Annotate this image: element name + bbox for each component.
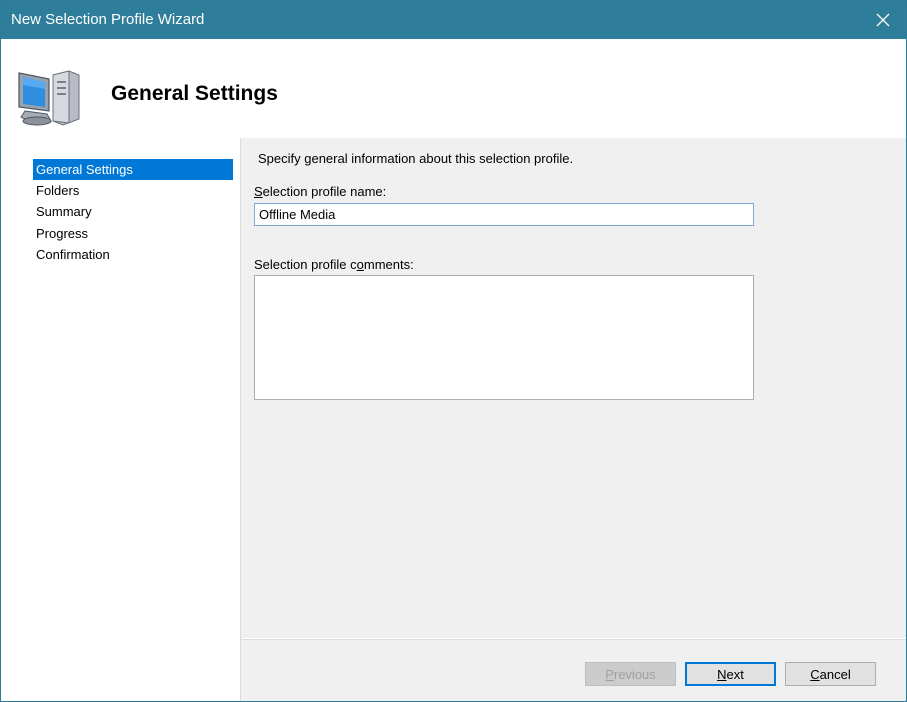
computer-icon	[18, 70, 80, 126]
page-title: General Settings	[111, 82, 278, 105]
comments-label-rest: mments:	[363, 257, 414, 272]
wizard-steps-nav: General Settings Folders Summary Progres…	[1, 138, 241, 701]
title-bar[interactable]: New Selection Profile Wizard	[1, 1, 906, 39]
wizard-header: General Settings	[1, 39, 906, 138]
name-label-rest: election profile name:	[262, 184, 387, 199]
selection-profile-comments-input[interactable]	[254, 275, 754, 400]
previous-accel: P	[605, 666, 614, 682]
previous-rest: revious	[613, 666, 656, 682]
cancel-rest: ancel	[819, 666, 851, 682]
nav-item-confirmation[interactable]: Confirmation	[33, 244, 233, 265]
name-label-accel: S	[254, 184, 263, 199]
close-icon	[876, 13, 890, 27]
nav-item-general-settings[interactable]: General Settings	[33, 159, 233, 180]
comments-label-prefix: Selection profile c	[254, 257, 357, 272]
cancel-button[interactable]: Cancel	[785, 662, 876, 686]
window-title: New Selection Profile Wizard	[11, 11, 205, 28]
next-button[interactable]: Next	[685, 662, 776, 686]
wizard-footer: Previous Next Cancel	[242, 638, 906, 701]
wizard-content: Specify general information about this s…	[242, 138, 906, 638]
nav-item-folders[interactable]: Folders	[33, 180, 233, 201]
next-rest: ext	[726, 666, 744, 682]
wizard-window: New Selection Profile Wizard General Set…	[0, 0, 907, 702]
selection-profile-name-input[interactable]	[254, 203, 754, 226]
page-description: Specify general information about this s…	[258, 151, 574, 166]
nav-item-progress[interactable]: Progress	[33, 223, 233, 244]
cancel-accel: C	[810, 666, 820, 682]
comments-label: Selection profile comments:	[254, 257, 414, 272]
close-button[interactable]	[860, 1, 906, 39]
next-accel: N	[717, 666, 727, 682]
nav-item-summary[interactable]: Summary	[33, 201, 233, 222]
previous-button[interactable]: Previous	[585, 662, 676, 686]
comments-label-accel: o	[356, 257, 364, 272]
name-label: Selection profile name:	[254, 184, 386, 199]
